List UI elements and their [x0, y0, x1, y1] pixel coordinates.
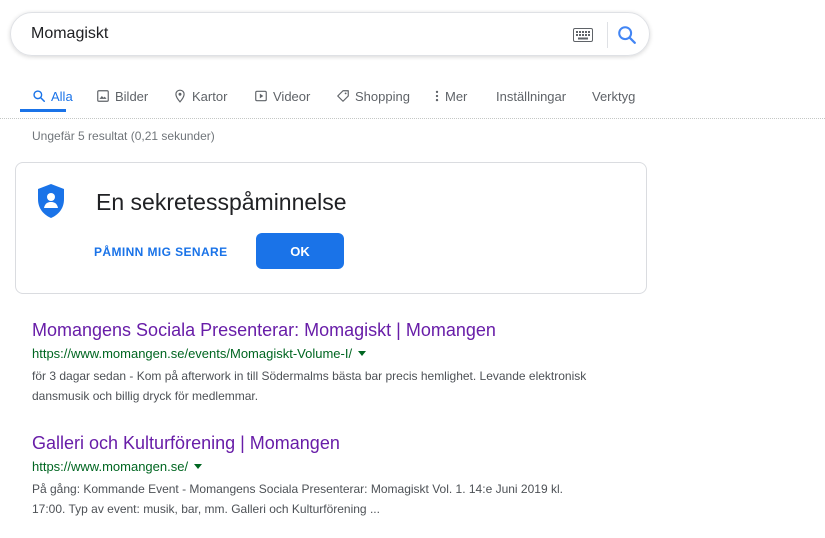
result-snippet: På gång: Kommande Event - Momangens Soci… — [32, 479, 632, 519]
tabs-divider — [0, 118, 825, 119]
tab-images[interactable]: Bilder — [96, 84, 148, 108]
remind-later-button[interactable]: PÅMINN MIG SENARE — [94, 237, 227, 267]
snippet-line: dansmusik och billig dryck för medlemmar… — [32, 389, 259, 403]
result-snippet: för 3 dagar sedan - Kom på afterwork in … — [32, 366, 632, 406]
active-tab-indicator — [20, 109, 66, 112]
tab-settings[interactable]: Inställningar — [496, 84, 566, 108]
tab-label: Verktyg — [592, 88, 636, 104]
snippet-line: för 3 dagar sedan - Kom på afterwork in … — [32, 369, 587, 383]
search-icon — [33, 90, 46, 103]
video-icon — [255, 90, 267, 102]
result-url[interactable]: https://www.momangen.se/ — [32, 459, 188, 474]
tab-tools[interactable]: Verktyg — [592, 84, 635, 108]
privacy-title: En sekretesspåminnelse — [96, 189, 347, 215]
tab-label: Inställningar — [496, 88, 567, 104]
search-tabs: Alla Bilder Kartor Videor Shopping Mer I… — [0, 78, 825, 118]
tab-label: Alla — [51, 88, 73, 104]
keyboard-icon[interactable] — [573, 28, 593, 42]
result-url-row: https://www.momangen.se/ — [32, 457, 632, 475]
url-dropdown-arrow-icon[interactable] — [358, 350, 367, 356]
snippet-line: 17:00. Typ av event: musik, bar, mm. Gal… — [32, 502, 380, 516]
result-url[interactable]: https://www.momangen.se/events/Momagiskt… — [32, 346, 352, 361]
result-url-row: https://www.momangen.se/events/Momagiskt… — [32, 344, 632, 362]
search-bar-divider — [607, 22, 608, 48]
result-stats: Ungefär 5 resultat (0,21 sekunder) — [32, 129, 215, 143]
search-bar — [10, 12, 650, 56]
shield-user-icon — [38, 184, 64, 218]
result-title-link[interactable]: Momangens Sociala Presenterar: Momagiskt… — [32, 318, 632, 342]
search-icon[interactable] — [616, 24, 638, 46]
map-pin-icon — [175, 89, 185, 103]
snippet-line: På gång: Kommande Event - Momangens Soci… — [32, 482, 563, 496]
tab-maps[interactable]: Kartor — [173, 84, 227, 108]
tab-label: Shopping — [355, 88, 410, 104]
search-result: Momangens Sociala Presenterar: Momagiskt… — [32, 318, 632, 406]
more-vert-icon — [435, 90, 439, 102]
tag-icon — [337, 90, 349, 102]
search-input[interactable] — [31, 24, 551, 44]
tab-label: Mer — [445, 88, 468, 104]
tab-label: Videor — [273, 88, 311, 104]
url-dropdown-arrow-icon[interactable] — [194, 463, 203, 469]
tab-all[interactable]: Alla — [32, 84, 73, 108]
image-icon — [97, 90, 109, 102]
tab-shopping[interactable]: Shopping — [336, 84, 410, 108]
result-title-link[interactable]: Galleri och Kulturförening | Momangen — [32, 431, 632, 455]
tab-more[interactable]: Mer — [434, 84, 467, 108]
privacy-reminder-card: En sekretesspåminnelse PÅMINN MIG SENARE… — [15, 162, 647, 294]
tab-label: Kartor — [192, 88, 228, 104]
ok-button[interactable]: OK — [256, 233, 344, 269]
search-result: Galleri och Kulturförening | Momangen ht… — [32, 431, 632, 519]
tab-videos[interactable]: Videor — [254, 84, 310, 108]
tab-label: Bilder — [115, 88, 149, 104]
